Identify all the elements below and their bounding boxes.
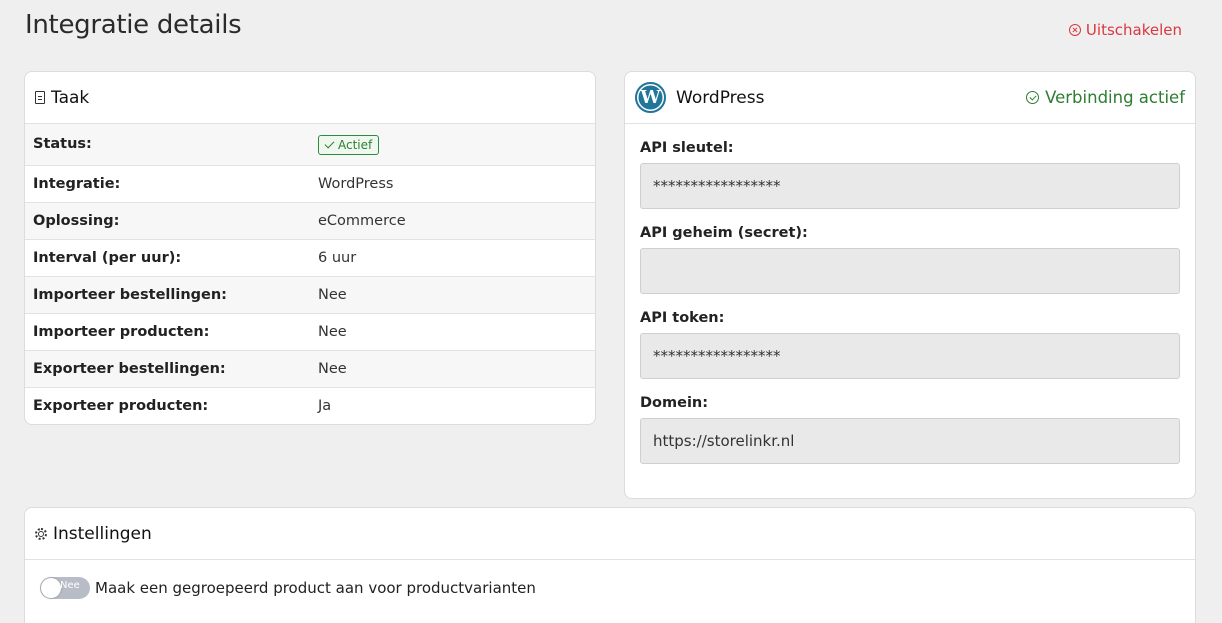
status-badge-label: Actief bbox=[338, 137, 373, 152]
row-value: 6 uur bbox=[318, 249, 357, 266]
wordpress-card-title: WordPress bbox=[676, 87, 765, 108]
row-key: Exporteer bestellingen: bbox=[33, 360, 226, 377]
row-key: Status: bbox=[33, 136, 92, 153]
table-row: Status: Actief bbox=[25, 124, 595, 165]
connection-status: Verbinding actief bbox=[1026, 88, 1185, 107]
domain-field[interactable] bbox=[640, 418, 1180, 464]
table-row: Interval (per uur): 6 uur bbox=[25, 239, 595, 276]
check-circle-icon bbox=[1026, 91, 1040, 104]
wordpress-logo-icon: W bbox=[635, 82, 666, 113]
toggle-state-label: Nee bbox=[60, 579, 80, 591]
table-row: Importeer producten: Nee bbox=[25, 313, 595, 350]
table-row: Oplossing: eCommerce bbox=[25, 202, 595, 239]
row-value: Nee bbox=[318, 360, 347, 377]
row-key: Interval (per uur): bbox=[33, 249, 182, 266]
settings-card-header: Instellingen bbox=[25, 508, 1195, 560]
document-icon bbox=[35, 91, 45, 104]
row-key: Integratie: bbox=[33, 175, 121, 192]
row-value: Ja bbox=[318, 397, 332, 414]
api-secret-group: API geheim (secret): bbox=[625, 225, 1195, 294]
api-key-label: API sleutel: bbox=[640, 140, 734, 156]
status-badge: Actief bbox=[318, 134, 380, 155]
table-row: Importeer bestellingen: Nee bbox=[25, 276, 595, 313]
domain-group: Domein: bbox=[625, 395, 1195, 464]
table-row: Exporteer bestellingen: Nee bbox=[25, 350, 595, 387]
api-key-group: API sleutel: bbox=[625, 140, 1195, 209]
page-title: Integratie details bbox=[25, 10, 242, 40]
row-value: WordPress bbox=[318, 175, 394, 192]
toggle-knob bbox=[41, 577, 61, 598]
wordpress-card: W WordPress Verbinding actief API sleute… bbox=[624, 71, 1196, 499]
grouped-product-toggle[interactable]: Nee bbox=[40, 576, 90, 599]
wordpress-card-header: W WordPress Verbinding actief bbox=[625, 72, 1195, 124]
row-value: Nee bbox=[318, 323, 347, 340]
setting-label: Maak een gegroepeerd product aan voor pr… bbox=[95, 578, 536, 597]
table-row: Integratie: WordPress bbox=[25, 165, 595, 202]
connection-status-label: Verbinding actief bbox=[1045, 88, 1185, 107]
task-card-title: Taak bbox=[51, 87, 90, 108]
disable-label: Uitschakelen bbox=[1085, 21, 1182, 39]
settings-card-title: Instellingen bbox=[53, 523, 152, 544]
row-value: Nee bbox=[318, 286, 347, 303]
row-key: Importeer bestellingen: bbox=[33, 286, 227, 303]
domain-label: Domein: bbox=[640, 395, 709, 411]
gear-icon bbox=[35, 527, 47, 540]
task-details-table: Status: Actief Integratie: WordPress Opl… bbox=[25, 124, 595, 424]
api-secret-field[interactable] bbox=[640, 248, 1180, 294]
api-secret-label: API geheim (secret): bbox=[640, 225, 808, 241]
table-row: Exporteer producten: Ja bbox=[25, 387, 595, 424]
settings-card: Instellingen Nee Maak een gegroepeerd pr… bbox=[24, 507, 1196, 623]
row-key: Oplossing: bbox=[33, 212, 120, 229]
disable-integration-button[interactable]: Uitschakelen bbox=[1068, 21, 1182, 39]
row-key: Exporteer producten: bbox=[33, 397, 209, 414]
check-icon bbox=[324, 138, 335, 149]
task-card-header: Taak bbox=[25, 72, 595, 124]
task-card: Taak Status: Actief Integratie: WordPres… bbox=[24, 71, 596, 425]
api-token-group: API token: bbox=[625, 310, 1195, 379]
setting-item: Nee Maak een gegroepeerd product aan voo… bbox=[25, 560, 1195, 615]
close-circle-icon bbox=[1068, 24, 1081, 36]
api-token-field[interactable] bbox=[640, 333, 1180, 379]
api-token-label: API token: bbox=[640, 310, 725, 326]
api-key-field[interactable] bbox=[640, 163, 1180, 209]
row-key: Importeer producten: bbox=[33, 323, 210, 340]
row-value: eCommerce bbox=[318, 212, 406, 229]
